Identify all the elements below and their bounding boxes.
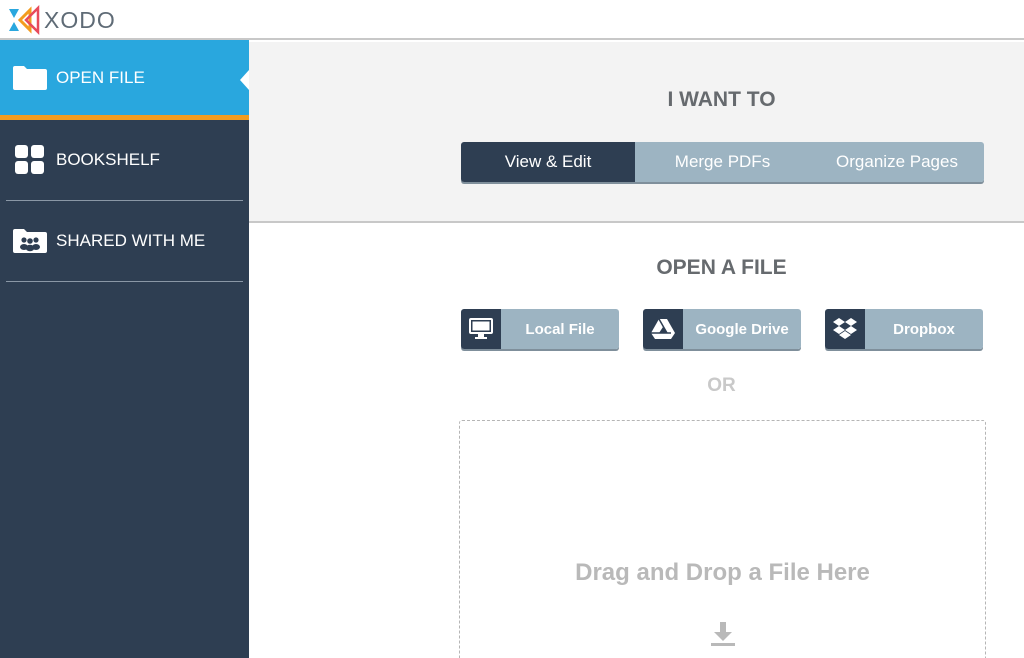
sidebar-item-label: OPEN FILE (56, 67, 145, 87)
organize-pages-button[interactable]: Organize Pages (810, 142, 984, 182)
shared-folder-icon (12, 226, 48, 256)
local-file-button[interactable]: Local File (461, 309, 619, 349)
merge-pdfs-button[interactable]: Merge PDFs (635, 142, 810, 182)
dropbox-button[interactable]: Dropbox (825, 309, 983, 349)
sidebar-item-shared-with-me[interactable]: SHARED WITH ME (0, 201, 249, 281)
dropbox-label: Dropbox (865, 309, 983, 349)
sidebar-item-open-file[interactable]: OPEN FILE (0, 40, 249, 120)
divider (6, 281, 243, 282)
or-divider-text: OR (707, 375, 736, 396)
xodo-logo-icon (9, 5, 40, 35)
xodo-logo[interactable]: XODO (6, 5, 116, 35)
grid-icon (12, 145, 48, 175)
sidebar-item-label: SHARED WITH ME (56, 231, 206, 250)
google-drive-button[interactable]: Google Drive (643, 309, 801, 349)
i-want-to-panel: I WANT TO View & Edit Merge PDFs Organiz… (249, 42, 1024, 223)
dropzone-text: Drag and Drop a File Here (575, 559, 870, 586)
open-a-file-title: OPEN A FILE (656, 256, 787, 279)
i-want-to-title: I WANT TO (667, 88, 776, 111)
top-bar: XODO (0, 0, 1024, 40)
google-drive-label: Google Drive (683, 309, 801, 349)
folder-icon (12, 63, 48, 93)
action-segmented-control: View & Edit Merge PDFs Organize Pages (461, 142, 984, 182)
view-edit-button[interactable]: View & Edit (461, 142, 635, 182)
local-file-label: Local File (501, 309, 619, 349)
monitor-icon (461, 309, 501, 349)
file-dropzone[interactable]: Drag and Drop a File Here (459, 420, 986, 658)
sidebar: OPEN FILE BOOKSHELF SHARED WITH ME (0, 40, 249, 658)
sidebar-item-label: BOOKSHELF (56, 150, 160, 169)
main-content: I WANT TO View & Edit Merge PDFs Organiz… (249, 42, 1024, 658)
download-icon (711, 622, 735, 646)
sidebar-item-bookshelf[interactable]: BOOKSHELF (0, 120, 249, 200)
dropbox-icon (825, 309, 865, 349)
google-drive-icon (643, 309, 683, 349)
logo-text: XODO (44, 6, 116, 33)
